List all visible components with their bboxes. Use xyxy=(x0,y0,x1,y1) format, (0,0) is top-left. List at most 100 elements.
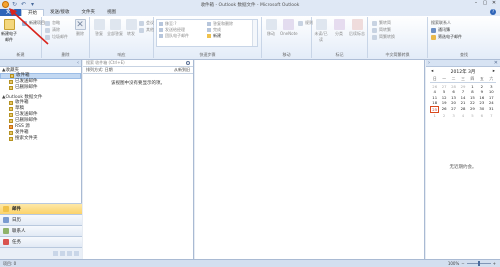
calendar-day[interactable]: 13 xyxy=(449,95,458,100)
calendar-day[interactable]: 12 xyxy=(439,95,448,100)
zoom-in-icon[interactable]: + xyxy=(493,261,496,266)
tab-view[interactable]: 视图 xyxy=(101,9,122,16)
search-input[interactable]: 搜索 收件箱 (Ctrl+E) xyxy=(86,60,125,66)
calendar-day[interactable]: 31 xyxy=(487,106,496,113)
calendar-day[interactable]: 8 xyxy=(468,89,477,94)
search-icon[interactable] xyxy=(186,61,190,65)
reply-button[interactable]: 答复 xyxy=(91,19,107,37)
unread-read-button[interactable]: 未读/已读 xyxy=(313,19,329,43)
minimize-button[interactable]: – xyxy=(472,0,480,7)
zoom-slider[interactable] xyxy=(466,261,491,266)
calendar-day[interactable]: 24 xyxy=(487,100,496,105)
quickstep-team-email[interactable]: 团队电子邮件 xyxy=(159,33,189,39)
calendar-day[interactable]: 14 xyxy=(458,95,467,100)
calendar-day[interactable]: 4 xyxy=(430,89,439,94)
filter-email-button[interactable]: 筛选电子邮件 xyxy=(431,34,462,40)
calendar-day[interactable]: 5 xyxy=(439,89,448,94)
to-traditional-button[interactable]: 简转繁 xyxy=(372,27,391,33)
folder-list-icon[interactable] xyxy=(60,251,65,256)
followup-button[interactable]: 后续标志 xyxy=(349,19,365,37)
calendar-day[interactable]: 15 xyxy=(468,95,477,100)
prev-month-icon[interactable]: ◂ xyxy=(431,69,433,75)
calendar-day[interactable]: 2 xyxy=(439,113,448,118)
nav-tasks-button[interactable]: 任务 xyxy=(0,236,82,247)
cleanup-button[interactable]: 清除 xyxy=(45,27,60,33)
tab-file[interactable]: 文件 xyxy=(0,9,21,16)
calendar-day[interactable]: 11 xyxy=(430,95,439,100)
calendar-day[interactable]: 16 xyxy=(477,95,486,100)
forward-button[interactable]: 转发 xyxy=(123,19,139,37)
ignore-button[interactable]: 忽略 xyxy=(45,20,60,26)
calendar-day[interactable]: 7 xyxy=(458,89,467,94)
calendar-day[interactable]: 5 xyxy=(468,113,477,118)
nav-contacts-button[interactable]: 联系人 xyxy=(0,225,82,236)
list-search-box[interactable]: 搜索 收件箱 (Ctrl+E) xyxy=(83,60,193,67)
onenote-button[interactable]: OneNote xyxy=(280,19,298,36)
calendar-day[interactable]: 10 xyxy=(487,89,496,94)
calendar-day[interactable]: 3 xyxy=(449,113,458,118)
tab-send-receive[interactable]: 发送/接收 xyxy=(44,9,76,16)
calendar-day[interactable]: 29 xyxy=(468,106,477,113)
folder-search[interactable]: 搜索文件夹 xyxy=(0,136,81,142)
calendar-day[interactable]: 17 xyxy=(487,95,496,100)
address-book-button[interactable]: 通讯簿 xyxy=(431,27,450,33)
convert-button[interactable]: 简繁转换 xyxy=(372,34,395,40)
categorize-button[interactable]: 分类 xyxy=(331,19,347,37)
customize-qat-icon[interactable]: ▾ xyxy=(29,1,36,8)
calendar-day[interactable]: 19 xyxy=(439,100,448,105)
calendar-day[interactable]: 3 xyxy=(487,84,496,89)
calendar-day[interactable]: 30 xyxy=(477,106,486,113)
reply-all-button[interactable]: 全部答复 xyxy=(107,19,123,37)
outlook-logo-icon[interactable] xyxy=(2,1,9,8)
tab-home[interactable]: 开始 xyxy=(21,9,44,16)
calendar-day[interactable]: 27 xyxy=(449,106,458,113)
help-icon[interactable]: ? xyxy=(490,9,496,15)
delete-button[interactable]: ✕ 删除 xyxy=(72,19,88,37)
expand-arrow-icon[interactable]: › xyxy=(428,60,430,66)
meeting-button[interactable]: 会议 xyxy=(139,20,154,26)
calendar-day[interactable]: 4 xyxy=(458,113,467,118)
calendar-day[interactable]: 28 xyxy=(458,106,467,113)
sort-order[interactable]: 从新到旧 xyxy=(174,67,190,73)
calendar-day[interactable]: 1 xyxy=(430,113,439,118)
sort-by-date[interactable]: 排列方式: 日期 xyxy=(86,67,113,73)
send-receive-icon[interactable]: ↻ xyxy=(11,1,18,8)
more-button[interactable]: 其他 xyxy=(139,27,154,33)
calendar-day[interactable]: 26 xyxy=(430,84,439,89)
calendar-day[interactable]: 6 xyxy=(477,113,486,118)
calendar-day[interactable]: 27 xyxy=(439,84,448,89)
calendar-day[interactable]: 26 xyxy=(439,106,448,113)
calendar-day[interactable]: 21 xyxy=(458,100,467,105)
quickstep-new[interactable]: 新建 xyxy=(207,33,233,39)
rules-button[interactable]: 规则 xyxy=(298,20,313,26)
calendar-day[interactable]: 29 xyxy=(458,84,467,89)
calendar-day[interactable]: 6 xyxy=(449,89,458,94)
maximize-button[interactable]: ▢ xyxy=(481,0,489,7)
calendar-day[interactable]: 20 xyxy=(449,100,458,105)
calendar-day[interactable]: 1 xyxy=(468,84,477,89)
calendar-day[interactable]: 7 xyxy=(487,113,496,118)
junk-button[interactable]: 垃圾邮件 xyxy=(45,34,68,40)
calendar-day[interactable]: 9 xyxy=(477,89,486,94)
calendar-day[interactable]: 2 xyxy=(477,84,486,89)
calendar-day[interactable]: 23 xyxy=(477,100,486,105)
to-simplified-button[interactable]: 繁转简 xyxy=(372,20,391,26)
collapse-nav-icon[interactable]: ‹ xyxy=(77,60,79,66)
close-todo-icon[interactable]: ✕ xyxy=(494,60,498,66)
calendar-day[interactable]: 18 xyxy=(430,100,439,105)
next-month-icon[interactable]: ▸ xyxy=(493,69,495,75)
zoom-out-icon[interactable]: − xyxy=(461,261,464,266)
calendar-day[interactable]: 25 xyxy=(430,105,440,113)
quicksteps-scroll[interactable] xyxy=(252,20,257,46)
close-button[interactable]: ✕ xyxy=(490,0,498,7)
undo-icon[interactable]: ↶ xyxy=(20,1,27,8)
nav-mail-button[interactable]: 邮件 xyxy=(0,203,82,214)
shortcuts-icon[interactable] xyxy=(67,251,72,256)
tab-folder[interactable]: 文件夹 xyxy=(76,9,102,16)
nav-calendar-button[interactable]: 日历 xyxy=(0,214,82,225)
configure-buttons-icon[interactable] xyxy=(74,251,79,256)
new-email-button[interactable]: 新建电子邮件 xyxy=(1,19,17,43)
calendar-day[interactable]: 28 xyxy=(449,84,458,89)
move-button[interactable]: 移动 xyxy=(263,19,279,37)
calendar-day[interactable]: 22 xyxy=(468,100,477,105)
